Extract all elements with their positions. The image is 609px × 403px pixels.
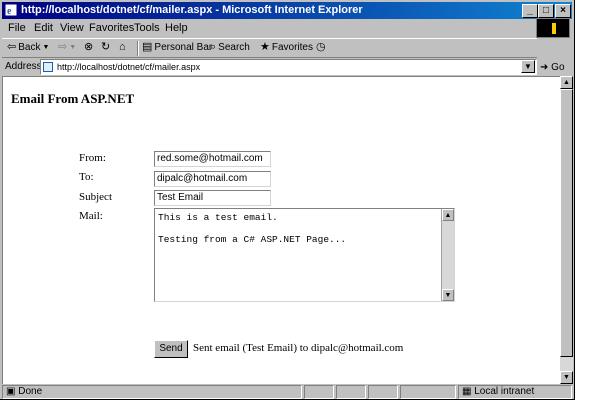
scrollbar-thumb[interactable] xyxy=(560,89,573,357)
status-bar: ▣ Done ▦ Local intranet xyxy=(2,385,572,399)
scroll-up-icon[interactable]: ▲ xyxy=(442,209,454,221)
send-button[interactable]: Send xyxy=(154,340,188,358)
address-input[interactable]: http://localhost/dotnet/cf/mailer.aspx xyxy=(40,59,537,75)
history-button[interactable]: ◷ xyxy=(316,42,326,53)
status-cell-2 xyxy=(336,385,366,399)
forward-dropdown-icon[interactable]: ▼ xyxy=(69,42,76,53)
title-bar: e http://localhost/dotnet/cf/mailer.aspx… xyxy=(2,2,572,19)
toolbar-separator xyxy=(137,41,139,56)
refresh-button[interactable]: ↻ xyxy=(101,42,110,53)
textarea-scrollbar[interactable]: ▲ ▼ xyxy=(441,209,454,301)
scroll-down-icon[interactable]: ▼ xyxy=(560,371,573,384)
history-icon: ◷ xyxy=(316,41,326,53)
stop-button[interactable]: ⊗ xyxy=(84,42,93,53)
to-label: To: xyxy=(79,171,94,183)
close-button[interactable]: × xyxy=(555,4,571,18)
favorites-label: Favorites xyxy=(271,42,313,53)
forward-arrow-icon: ⇨ xyxy=(58,41,68,53)
subject-field[interactable]: Test Email xyxy=(154,190,271,206)
scroll-down-icon[interactable]: ▼ xyxy=(442,289,454,301)
favorites-icon: ★ xyxy=(260,41,270,53)
to-field[interactable]: dipalc@hotmail.com xyxy=(154,171,271,187)
status-text-cell: ▣ Done xyxy=(2,385,302,399)
favorites-button[interactable]: ★ Favorites xyxy=(260,41,313,54)
address-label: Address xyxy=(5,61,42,72)
maximize-button[interactable]: □ xyxy=(538,4,554,18)
send-result-message: Sent email (Test Email) to dipalc@hotmai… xyxy=(193,342,404,354)
address-url: http://localhost/dotnet/cf/mailer.aspx xyxy=(57,62,201,72)
activity-throbber xyxy=(536,18,570,38)
forward-button[interactable]: ⇨ ▼ xyxy=(58,42,76,53)
home-button[interactable]: ⌂ xyxy=(119,42,126,53)
security-zone-cell: ▦ Local intranet xyxy=(458,385,572,399)
back-label: Back xyxy=(18,42,41,53)
ie-logo-icon: e xyxy=(4,3,18,17)
mail-label: Mail: xyxy=(79,210,103,222)
page-title: Email From ASP.NET xyxy=(11,91,135,106)
personal-bar-icon: ▤ xyxy=(142,41,153,53)
address-bar: Address http://localhost/dotnet/cf/maile… xyxy=(2,58,572,76)
mail-body: This is a test email. Testing from a C# … xyxy=(158,212,347,245)
go-button[interactable]: ➜ Go xyxy=(540,62,565,73)
subject-label: Subject xyxy=(79,191,112,203)
status-cell-1 xyxy=(304,385,334,399)
scroll-up-icon[interactable]: ▲ xyxy=(560,76,573,89)
go-label: Go xyxy=(551,62,565,73)
zone-text: Local intranet xyxy=(474,386,535,397)
search-label: Search xyxy=(218,42,250,53)
menu-view[interactable]: View xyxy=(60,22,84,34)
svg-text:e: e xyxy=(7,6,12,17)
page-icon xyxy=(43,62,53,72)
close-icon: × xyxy=(560,5,566,16)
home-icon: ⌂ xyxy=(119,41,126,53)
back-button[interactable]: ⇦ Back ▼ xyxy=(7,41,49,54)
status-text: Done xyxy=(18,386,43,397)
status-cell-4 xyxy=(400,385,456,399)
menu-favorites[interactable]: Favorites xyxy=(89,22,134,34)
address-dropdown-button[interactable]: ▼ xyxy=(521,60,535,73)
maximize-icon: □ xyxy=(542,5,550,16)
from-field[interactable]: red.some@hotmail.com xyxy=(154,151,271,167)
menu-help[interactable]: Help xyxy=(165,22,188,34)
menu-tools[interactable]: Tools xyxy=(134,22,160,34)
menu-edit[interactable]: Edit xyxy=(34,22,53,34)
chevron-down-icon: ▼ xyxy=(524,62,532,71)
throbber-icon xyxy=(552,23,556,34)
menu-file[interactable]: File xyxy=(8,22,26,34)
page-done-icon: ▣ xyxy=(6,386,16,397)
window-title: http://localhost/dotnet/cf/mailer.aspx -… xyxy=(21,4,363,16)
stop-icon: ⊗ xyxy=(84,41,94,53)
minimize-button[interactable]: _ xyxy=(522,4,538,18)
browser-window: e http://localhost/dotnet/cf/mailer.aspx… xyxy=(0,0,575,400)
search-button[interactable]: ⌕ Search xyxy=(210,41,250,54)
intranet-icon: ▦ xyxy=(462,386,472,397)
back-dropdown-icon[interactable]: ▼ xyxy=(42,42,49,53)
back-arrow-icon: ⇦ xyxy=(7,41,17,53)
standard-toolbar: ⇦ Back ▼ ⇨ ▼ ⊗ ↻ ⌂ ▤ Personal Bar ⌕ Sear… xyxy=(2,38,537,58)
personal-bar-button[interactable]: ▤ Personal Bar xyxy=(142,41,213,54)
search-icon: ⌕ xyxy=(210,41,217,53)
menu-bar: File Edit View Favorites Tools Help xyxy=(2,20,572,37)
page-scrollbar[interactable]: ▲ ▼ xyxy=(560,76,573,384)
page-content: Email From ASP.NET From: red.some@hotmai… xyxy=(2,76,560,384)
minimize-icon: _ xyxy=(527,5,533,16)
refresh-icon: ↻ xyxy=(101,41,111,53)
status-cell-3 xyxy=(368,385,398,399)
personal-bar-label: Personal Bar xyxy=(154,42,213,53)
go-arrow-icon: ➜ xyxy=(540,62,549,73)
from-label: From: xyxy=(79,152,106,164)
mail-textarea[interactable]: This is a test email. Testing from a C# … xyxy=(154,208,455,302)
